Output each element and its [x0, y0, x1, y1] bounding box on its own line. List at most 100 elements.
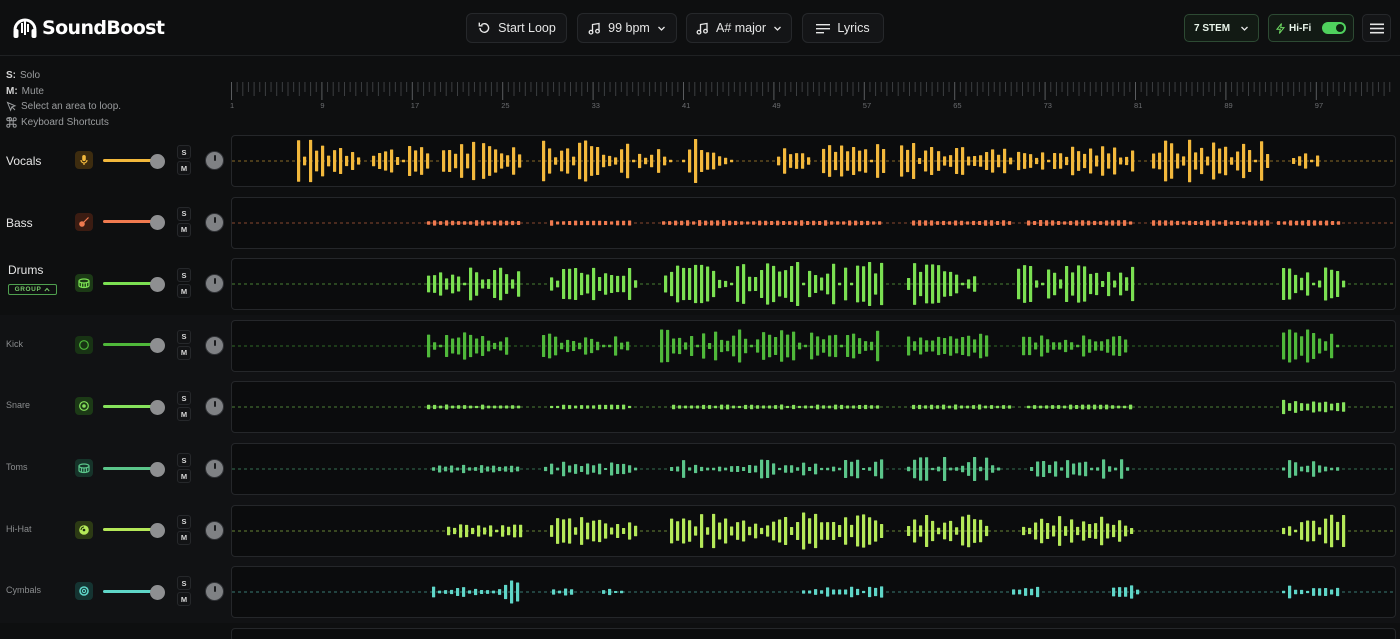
waveform-bar [808, 466, 812, 472]
volume-thumb[interactable] [150, 399, 166, 415]
pan-knob[interactable] [205, 520, 224, 540]
waveform-bar [1342, 514, 1346, 547]
waveform-lane[interactable] [231, 258, 1396, 311]
volume-slider[interactable] [103, 461, 169, 477]
waveform-bar [1077, 151, 1081, 171]
waveform-bar [628, 406, 632, 409]
solo-button[interactable]: S [177, 206, 191, 221]
waveform-bar [632, 159, 636, 163]
volume-slider[interactable] [103, 338, 169, 354]
waveform-lane[interactable] [231, 319, 1396, 372]
track-name: Snare [6, 400, 31, 411]
volume-slider[interactable] [103, 584, 169, 600]
waveform-bar [1304, 153, 1308, 169]
mute-button[interactable]: M [177, 284, 191, 299]
waveform-bar [967, 462, 971, 476]
volume-thumb[interactable] [150, 276, 166, 292]
keyboard-shortcuts-link[interactable]: Keyboard Shortcuts [6, 115, 121, 131]
solo-hint: S: Solo [6, 68, 121, 84]
volume-slider[interactable] [103, 276, 169, 292]
lyrics-button[interactable]: Lyrics [802, 13, 884, 43]
pan-knob[interactable] [205, 397, 224, 417]
waveform-bar [574, 464, 578, 474]
waveform-bar [1064, 339, 1068, 352]
waveform-bar [748, 465, 752, 473]
pan-knob[interactable] [205, 151, 224, 170]
waveform-bar [427, 275, 431, 293]
waveform-bar [498, 589, 502, 596]
waveform-bar [351, 151, 355, 171]
waveform-bar [700, 466, 704, 472]
waveform-bar [754, 523, 758, 539]
waveform-bar [457, 337, 461, 355]
waveform-lane[interactable] [231, 135, 1396, 187]
mute-button[interactable]: M [177, 407, 191, 422]
waveform-bar [1242, 143, 1246, 179]
mute-button[interactable]: M [177, 345, 191, 360]
waveform-bar [919, 524, 923, 537]
waveform-bar [722, 219, 726, 226]
pan-knob[interactable] [205, 335, 224, 355]
waveform-lane[interactable] [231, 196, 1396, 249]
stem-count-select[interactable]: 7 STEM [1184, 14, 1259, 42]
volume-thumb[interactable] [150, 153, 166, 169]
key-dropdown[interactable]: A# major [686, 13, 792, 43]
waveform-bar [445, 404, 449, 410]
volume-thumb[interactable] [150, 523, 166, 539]
pan-knob[interactable] [205, 274, 224, 294]
volume-thumb[interactable] [150, 338, 166, 354]
waveform-bar [1324, 267, 1328, 301]
waveform-bar [471, 527, 475, 534]
waveform-bar [427, 405, 431, 410]
waveform-bar [1100, 516, 1104, 545]
mute-button[interactable]: M [177, 530, 191, 545]
solo-button[interactable]: S [177, 391, 191, 406]
solo-button[interactable]: S [177, 453, 191, 467]
waveform-lane[interactable] [231, 443, 1396, 495]
waveform-lane[interactable] [231, 504, 1396, 557]
volume-thumb[interactable] [150, 584, 166, 600]
waveform-bar [616, 523, 620, 538]
pan-knob[interactable] [205, 582, 224, 602]
waveform-bar [1101, 281, 1105, 288]
waveform-bar [1312, 401, 1316, 413]
start-loop-button[interactable]: Start Loop [466, 13, 567, 43]
solo-button[interactable]: S [177, 268, 191, 283]
mute-button[interactable]: M [177, 161, 191, 175]
group-toggle-button[interactable]: GROUP [8, 284, 57, 296]
solo-button[interactable]: S [177, 514, 191, 529]
volume-slider[interactable] [103, 215, 169, 231]
waveform-bar [566, 339, 570, 352]
volume-slider[interactable] [103, 399, 169, 415]
solo-button[interactable]: S [177, 576, 191, 591]
waveform-lane[interactable] [231, 381, 1396, 434]
waveform-lane[interactable] [231, 566, 1396, 619]
solo-button[interactable]: S [177, 329, 191, 344]
tempo-dropdown[interactable]: 99 bpm [577, 13, 677, 43]
logo[interactable]: SoundBoost [12, 14, 165, 42]
mute-button[interactable]: M [177, 222, 191, 237]
mute-button[interactable]: M [177, 469, 191, 483]
waveform-bar [949, 520, 953, 541]
waveform-bar [880, 459, 884, 479]
volume-slider[interactable] [103, 523, 169, 539]
mute-button[interactable]: M [177, 592, 191, 607]
volume-slider[interactable] [103, 153, 169, 169]
volume-thumb[interactable] [150, 215, 166, 231]
waveform-bar [628, 268, 632, 301]
waveform-bar [622, 527, 626, 534]
volume-thumb[interactable] [150, 461, 166, 477]
hifi-switch[interactable] [1322, 22, 1346, 34]
waveform-bar [782, 220, 786, 225]
solo-button[interactable]: S [177, 145, 191, 159]
pan-knob[interactable] [205, 459, 224, 478]
waveform-bar [402, 159, 406, 163]
main-menu-button[interactable] [1362, 14, 1391, 42]
waveform-bar [1336, 521, 1340, 540]
pan-knob[interactable] [205, 212, 224, 232]
hifi-toggle-button[interactable]: Hi-Fi [1268, 14, 1354, 42]
timeline-ruler[interactable]: 1 9 17 25 33 41 49 57 65 73 81 89 97 [230, 80, 1395, 112]
waveform-bar [682, 518, 686, 544]
waveform-bar [1230, 157, 1234, 165]
ruler-label: 25 [501, 101, 510, 110]
